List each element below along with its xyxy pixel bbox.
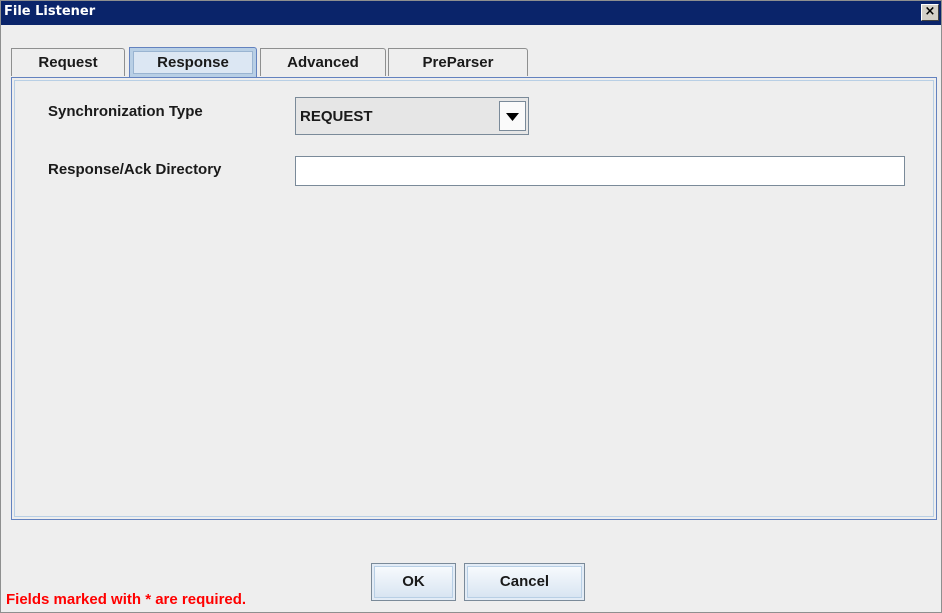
tab-request[interactable]: Request xyxy=(11,48,125,76)
title-bar[interactable]: File Listener × xyxy=(1,1,941,25)
tab-label: PreParser xyxy=(422,54,494,71)
ok-button[interactable]: OK xyxy=(371,563,456,601)
dropdown-button[interactable] xyxy=(499,101,526,131)
sync-type-combobox[interactable]: REQUEST xyxy=(295,97,529,135)
sync-type-label: Synchronization Type xyxy=(48,103,203,120)
ok-button-label: OK xyxy=(402,573,425,590)
chevron-down-icon xyxy=(506,113,519,121)
tab-label: Response xyxy=(157,54,229,71)
tab-preparser[interactable]: PreParser xyxy=(388,48,528,76)
tab-label: Advanced xyxy=(287,54,359,71)
cancel-button[interactable]: Cancel xyxy=(464,563,585,601)
window-title: File Listener xyxy=(4,4,96,19)
response-dir-input[interactable] xyxy=(295,156,905,186)
required-fields-note: Fields marked with * are required. xyxy=(6,591,247,608)
close-button[interactable]: × xyxy=(921,4,939,21)
sync-type-value: REQUEST xyxy=(300,108,373,125)
file-listener-dialog: File Listener × Request Response Advance… xyxy=(0,0,942,613)
tab-response[interactable]: Response xyxy=(129,47,257,77)
response-dir-label: Response/Ack Directory xyxy=(48,161,222,178)
tab-advanced[interactable]: Advanced xyxy=(260,48,386,76)
close-icon: × xyxy=(924,4,936,19)
response-panel xyxy=(11,77,937,520)
cancel-button-label: Cancel xyxy=(499,573,550,590)
tab-label: Request xyxy=(38,54,98,71)
